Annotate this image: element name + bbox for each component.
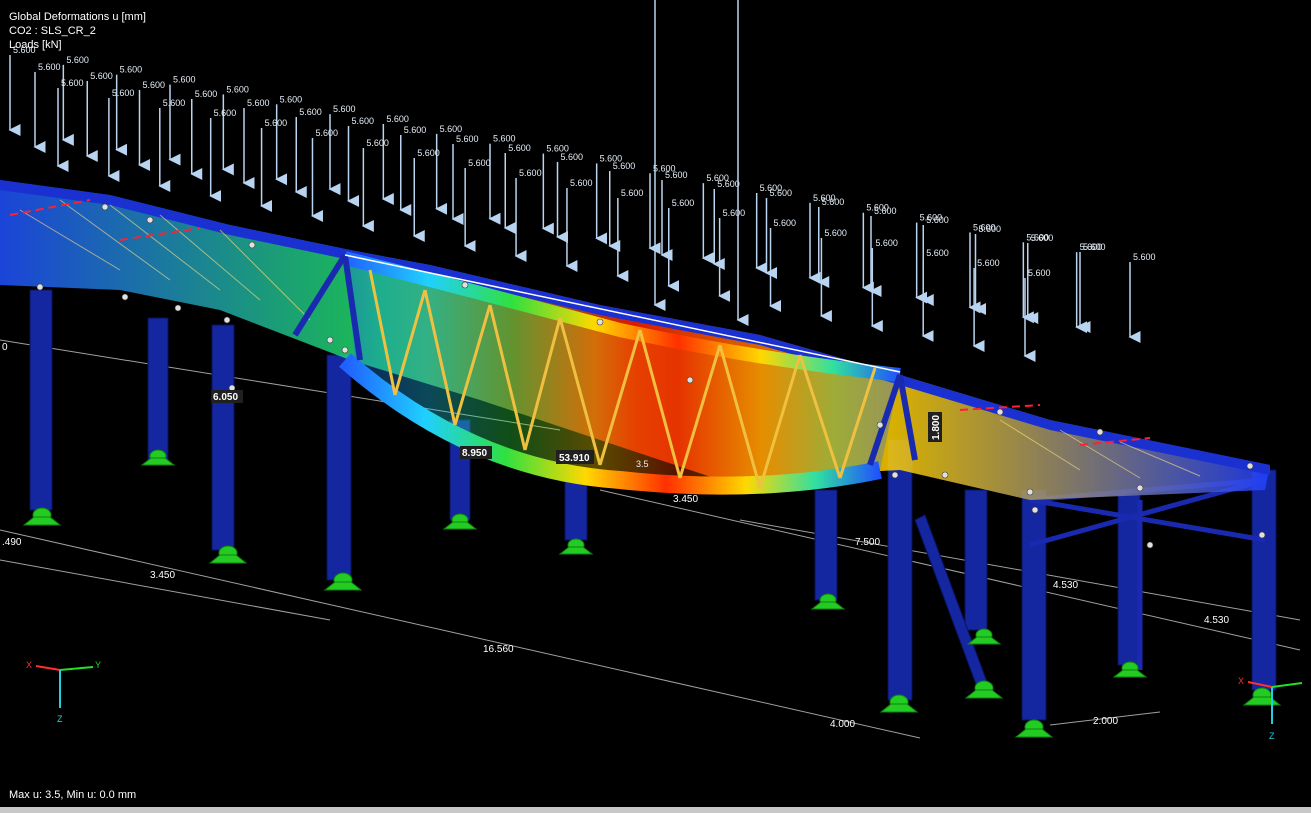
load-value-label: 5.600 xyxy=(468,158,491,168)
load-value-label: 5.600 xyxy=(570,178,593,188)
load-value-label: 5.600 xyxy=(386,114,409,124)
load-value-label: 5.600 xyxy=(120,65,143,75)
load-value-label: 5.600 xyxy=(1133,252,1156,262)
load-value-label: 5.600 xyxy=(66,55,89,65)
load-value-label: 5.600 xyxy=(824,228,847,238)
load-value-label: 5.600 xyxy=(874,206,897,216)
load-value-label: 5.600 xyxy=(1083,242,1106,252)
load-value-label: 5.600 xyxy=(173,75,196,85)
load-value-label: 5.600 xyxy=(561,152,584,162)
dim-label: 16.560 xyxy=(483,644,514,655)
axis-z-label: Z xyxy=(57,714,63,724)
axis-x-label: X xyxy=(1238,676,1244,686)
dim-label: 2.000 xyxy=(1093,716,1118,727)
axis-x-label: X xyxy=(26,660,32,670)
dim-label: 4.530 xyxy=(1204,615,1229,626)
dim-label: 3.450 xyxy=(673,494,698,505)
load-value-label: 5.600 xyxy=(299,107,322,117)
load-value-label: 5.600 xyxy=(195,89,218,99)
end-frame[interactable] xyxy=(1029,477,1266,670)
load-value-label: 5.600 xyxy=(621,188,644,198)
length-label: 6.050 xyxy=(213,392,238,403)
dim-label: .490 xyxy=(2,537,22,548)
load-value-label: 5.600 xyxy=(926,248,949,258)
load-value-label: 5.600 xyxy=(875,238,898,248)
load-value-label: 5.600 xyxy=(163,98,186,108)
dim-label: 3.450 xyxy=(150,570,175,581)
dim-label: 4.000 xyxy=(830,719,855,730)
load-value-label: 5.600 xyxy=(214,108,237,118)
load-value-label: 5.600 xyxy=(723,208,746,218)
load-value-label: 5.600 xyxy=(90,71,113,81)
load-value-label: 5.600 xyxy=(404,125,427,135)
max-deformation-label: 53.910 xyxy=(559,453,590,464)
load-value-label: 5.600 xyxy=(247,98,270,108)
load-value-label: 5.600 xyxy=(770,188,793,198)
load-value-label: 5.600 xyxy=(112,88,135,98)
load-value-label: 5.600 xyxy=(456,134,479,144)
load-value-label: 5.600 xyxy=(366,138,389,148)
load-value-label: 5.600 xyxy=(613,161,636,171)
axis-triad-left: Y X Z xyxy=(26,660,101,724)
window-bottom-border xyxy=(0,807,1311,813)
load-value-label: 5.600 xyxy=(333,104,356,114)
axis-triad-right: X Z xyxy=(1238,676,1303,741)
dim-label: 4.530 xyxy=(1053,580,1078,591)
load-value-label: 5.600 xyxy=(38,62,61,72)
length-label: 8.950 xyxy=(462,448,487,459)
load-value-label: 5.600 xyxy=(977,258,1000,268)
load-value-label: 5.600 xyxy=(672,198,695,208)
load-value-label: 5.600 xyxy=(1028,268,1051,278)
height-label: 1.800 xyxy=(931,415,942,440)
load-combination-label: CO2 : SLS_CR_2 xyxy=(9,25,96,37)
load-value-label: 5.600 xyxy=(1031,233,1054,243)
dim-label: 0 xyxy=(2,342,8,353)
load-value-label: 5.600 xyxy=(315,128,338,138)
load-value-label: 5.600 xyxy=(143,80,166,90)
load-value-label: 5.600 xyxy=(822,197,845,207)
model-viewport[interactable]: 5.600 5.600 5.600 5.600 5.600 5.600 5.600 5.600… xyxy=(0,0,1311,807)
load-value-label: 5.600 xyxy=(226,84,249,94)
result-type-title: Global Deformations u [mm] xyxy=(9,11,146,23)
axis-y-label: Y xyxy=(95,660,101,670)
load-value-label: 5.600 xyxy=(926,215,949,225)
max-u-label: 3.5 xyxy=(636,459,649,469)
deformation-range-status: Max u: 3.5, Min u: 0.0 mm xyxy=(9,789,137,801)
load-value-label: 5.600 xyxy=(417,148,440,158)
load-value-label: 5.600 xyxy=(265,118,288,128)
load-value-label: 5.600 xyxy=(774,218,797,228)
load-value-label: 5.600 xyxy=(717,179,740,189)
load-value-label: 5.600 xyxy=(665,170,688,180)
axis-z-label: Z xyxy=(1269,731,1275,741)
load-value-label: 5.600 xyxy=(519,168,542,178)
load-value-label: 5.600 xyxy=(61,78,84,88)
load-value-label: 5.600 xyxy=(352,116,375,126)
load-value-label: 5.600 xyxy=(280,94,303,104)
tall-load-arrows xyxy=(653,0,749,326)
loads-unit-label: Loads [kN] xyxy=(9,39,62,51)
dim-label: 7.500 xyxy=(855,537,880,548)
load-value-label: 5.600 xyxy=(508,143,531,153)
load-value-label: 5.600 xyxy=(979,224,1002,234)
structure-3d-view[interactable]: 5.6005.6005.6005.6005.6005.6005.6005.600… xyxy=(0,0,1311,807)
load-value-label: 5.600 xyxy=(440,124,463,134)
